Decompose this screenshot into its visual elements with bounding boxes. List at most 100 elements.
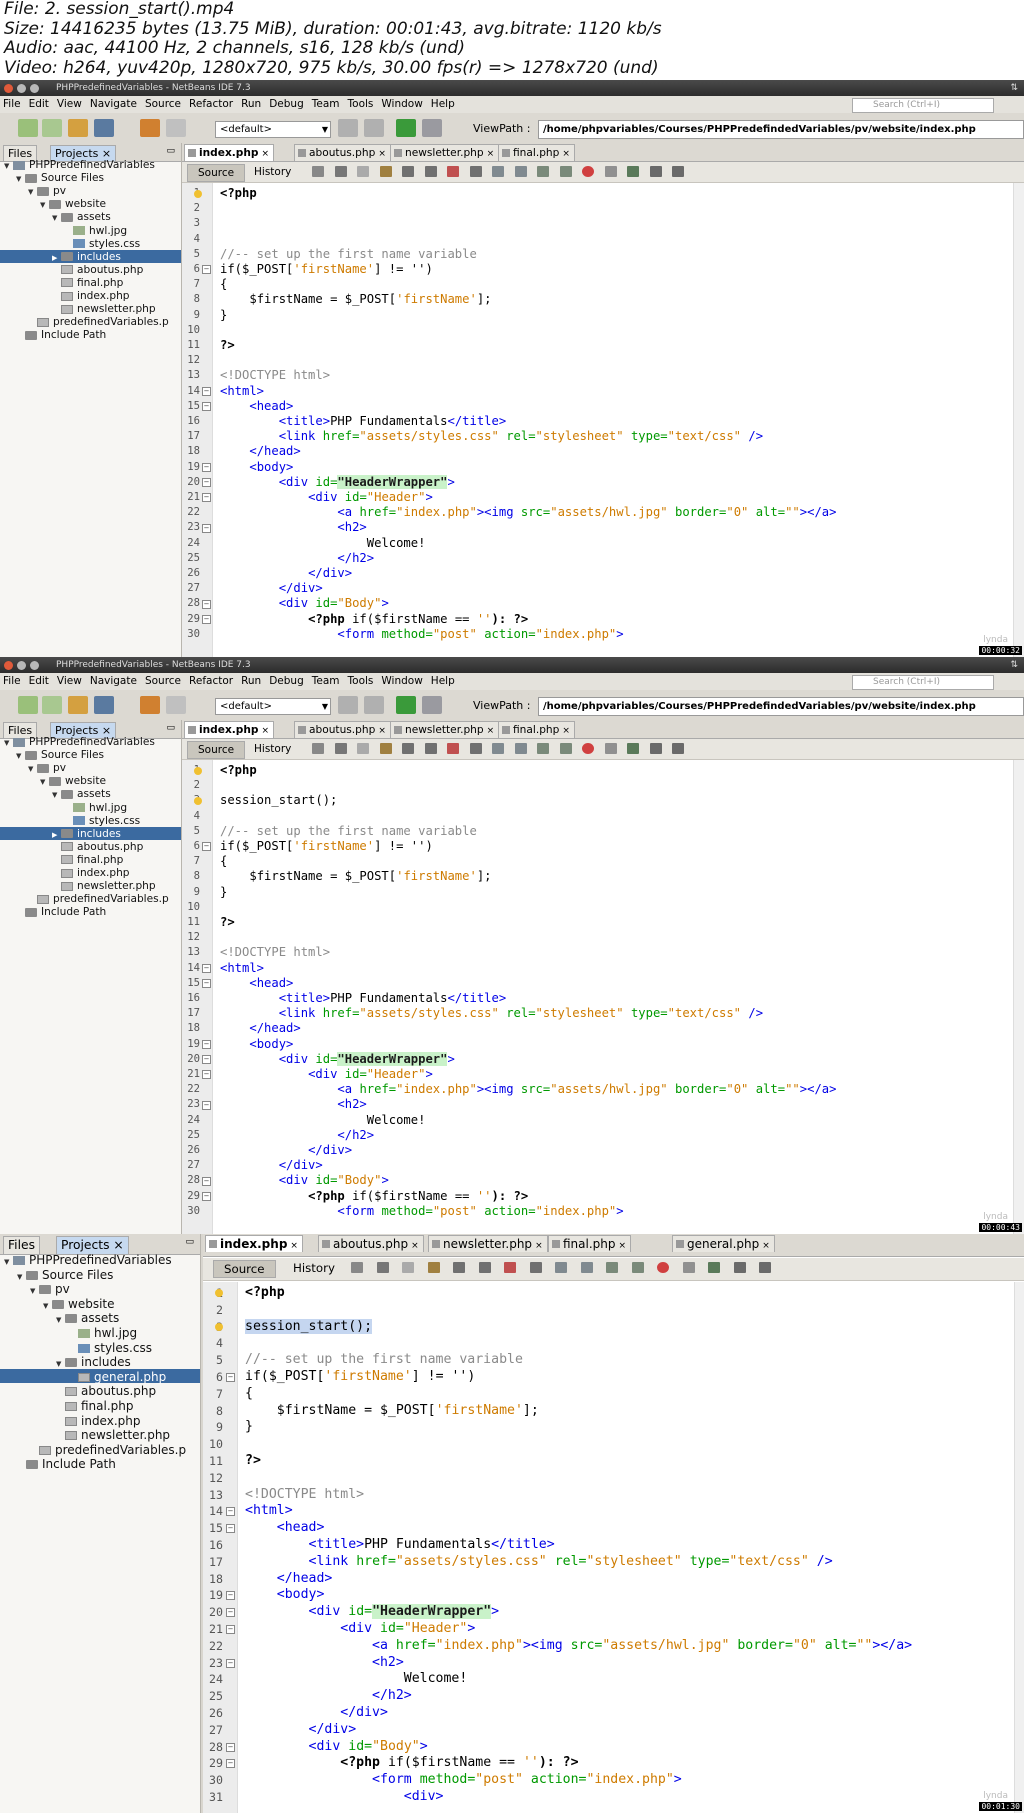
diff-icon[interactable] xyxy=(708,1262,720,1273)
menu-debug[interactable]: Debug xyxy=(269,675,304,687)
tree-file-final-php[interactable]: final.php xyxy=(52,854,123,866)
open-project-icon[interactable] xyxy=(68,119,88,137)
menu-run[interactable]: Run xyxy=(241,675,261,687)
close-icon[interactable]: × xyxy=(762,1241,770,1251)
code-line[interactable]: <a href="index.php"><img src="assets/hwl… xyxy=(245,1638,912,1655)
editor-tab-aboutus-php[interactable]: aboutus.php × xyxy=(294,144,391,161)
code-line[interactable]: <html> xyxy=(245,1503,293,1520)
hint-bulb-icon[interactable] xyxy=(194,766,202,775)
menu-view[interactable]: View xyxy=(57,98,82,110)
code-line[interactable]: <?php if($firstName == ''): ?> xyxy=(220,612,528,627)
record-macro-icon[interactable] xyxy=(582,166,594,177)
code-line[interactable]: session_start(); xyxy=(220,793,337,808)
tree-file-aboutus-php[interactable]: aboutus.php xyxy=(56,1384,156,1398)
menu-team[interactable]: Team xyxy=(312,675,340,687)
viewpath-field[interactable]: /home/phpvariables/Courses/PHPPredefinde… xyxy=(538,120,1024,139)
menu-edit[interactable]: Edit xyxy=(29,98,49,110)
code-line[interactable]: <?php xyxy=(245,1285,285,1302)
tree-file-predefined-variables[interactable]: predefinedVariables.p xyxy=(30,1443,186,1457)
tree-folder-website[interactable]: ▼ website xyxy=(40,198,106,210)
close-icon[interactable]: × xyxy=(562,726,570,736)
shift-left-icon[interactable] xyxy=(492,743,504,754)
code-line[interactable]: ?> xyxy=(220,915,235,930)
shift-left-icon[interactable] xyxy=(555,1262,567,1273)
editor-tab-index-php[interactable]: index.php × xyxy=(205,1235,303,1252)
fold-toggle-icon[interactable]: − xyxy=(226,1524,235,1534)
expand-arrow-icon[interactable]: ▼ xyxy=(56,1360,65,1368)
menu-tools[interactable]: Tools xyxy=(348,675,374,687)
undo-icon[interactable] xyxy=(140,696,160,714)
code-line[interactable]: <div id="Body"> xyxy=(220,596,389,611)
config-select[interactable]: <default> ▼ xyxy=(215,121,331,138)
menu-source[interactable]: Source xyxy=(145,675,181,687)
close-icon[interactable]: × xyxy=(262,149,270,159)
save-all-icon[interactable] xyxy=(94,696,114,714)
menu-navigate[interactable]: Navigate xyxy=(90,98,137,110)
expand-arrow-icon[interactable]: ▼ xyxy=(17,1273,26,1281)
run-icon[interactable] xyxy=(396,696,416,714)
tab-projects[interactable]: Projects × xyxy=(56,1236,129,1254)
config-select[interactable]: <default> ▼ xyxy=(215,698,331,715)
fold-toggle-icon[interactable]: − xyxy=(202,1100,211,1110)
code-line[interactable]: <title>PHP Fundamentals</title> xyxy=(220,991,506,1006)
forward-icon[interactable] xyxy=(402,1262,414,1273)
toggle-rect-icon[interactable] xyxy=(529,1262,542,1273)
code-line[interactable]: <!DOCTYPE html> xyxy=(220,368,330,383)
task-icon[interactable] xyxy=(649,166,662,177)
tree-project-root[interactable]: ▼ PHPPredefinedVariables xyxy=(4,736,155,748)
expand-arrow-icon[interactable]: ▼ xyxy=(4,162,13,170)
diff-icon[interactable] xyxy=(627,743,639,754)
tab-source[interactable]: Source xyxy=(187,741,246,759)
close-icon[interactable]: × xyxy=(487,149,495,159)
fold-toggle-icon[interactable]: − xyxy=(202,1176,211,1186)
fold-toggle-icon[interactable]: − xyxy=(202,1070,211,1080)
expand-arrow-icon[interactable]: ▼ xyxy=(28,765,37,773)
code-line[interactable]: <div id="Header"> xyxy=(220,490,433,505)
code-line[interactable]: session_start(); xyxy=(245,1318,373,1336)
code-line[interactable]: <h2> xyxy=(220,1097,366,1112)
collapse-arrow-icon[interactable]: ▶ xyxy=(52,254,61,262)
code-line[interactable]: //-- set up the first name variable xyxy=(220,247,477,262)
code-line[interactable]: <div id="Body"> xyxy=(245,1739,428,1756)
code-line[interactable]: <title>PHP Fundamentals</title> xyxy=(220,414,506,429)
tree-folder-pv[interactable]: ▼ pv xyxy=(28,762,66,774)
tree-source-files[interactable]: ▼ Source Files xyxy=(16,172,104,184)
tab-history[interactable]: History xyxy=(283,1260,345,1276)
fold-toggle-icon[interactable]: − xyxy=(202,978,211,988)
fold-toggle-icon[interactable]: − xyxy=(226,1591,235,1601)
tree-file-styles-css[interactable]: styles.css xyxy=(69,1341,152,1355)
redo-icon[interactable] xyxy=(166,696,186,714)
uncomment-icon[interactable] xyxy=(631,1262,644,1273)
stop-macro-icon[interactable] xyxy=(604,743,617,754)
close-icon[interactable]: × xyxy=(109,1238,123,1252)
menu-edit[interactable]: Edit xyxy=(29,675,49,687)
tree-folder-includes[interactable]: ▶ includes xyxy=(52,251,121,263)
menu-refactor[interactable]: Refactor xyxy=(189,98,233,110)
menu-help[interactable]: Help xyxy=(431,98,455,110)
code-line[interactable]: <link href="assets/styles.css" rel="styl… xyxy=(220,1006,763,1021)
find-prev-icon[interactable] xyxy=(402,166,414,177)
code-line[interactable]: </div> xyxy=(220,581,323,596)
tree-include-path[interactable]: Include Path xyxy=(16,329,106,341)
code-line[interactable]: <h2> xyxy=(220,520,366,535)
code-line[interactable]: //-- set up the first name variable xyxy=(245,1352,523,1369)
expand-arrow-icon[interactable]: ▼ xyxy=(56,1316,65,1324)
expand-arrow-icon[interactable]: ▼ xyxy=(4,1258,13,1266)
menu-debug[interactable]: Debug xyxy=(269,98,304,110)
tree-include-path[interactable]: Include Path xyxy=(17,1457,116,1471)
find-icon[interactable] xyxy=(379,166,392,177)
tree-file-styles-css[interactable]: styles.css xyxy=(64,238,140,250)
minimize-panel-icon[interactable]: ▭ xyxy=(185,1237,194,1247)
code-line[interactable]: <form method="post" action="index.php"> xyxy=(220,1204,623,1219)
editor-tab-final-php[interactable]: final.php × xyxy=(548,1235,632,1252)
tab-history[interactable]: History xyxy=(244,164,301,180)
code-line[interactable]: <form method="post" action="index.php"> xyxy=(245,1772,682,1789)
new-file-icon[interactable] xyxy=(18,696,38,714)
fold-toggle-icon[interactable]: − xyxy=(226,1624,235,1634)
new-file-icon[interactable] xyxy=(18,119,38,137)
code-line[interactable]: </div> xyxy=(245,1722,357,1739)
shift-right-icon[interactable] xyxy=(514,166,527,177)
menu-view[interactable]: View xyxy=(57,675,82,687)
code-line[interactable]: if($_POST['firstName'] != '') xyxy=(245,1369,475,1386)
hint-bulb-icon[interactable] xyxy=(215,1323,223,1331)
